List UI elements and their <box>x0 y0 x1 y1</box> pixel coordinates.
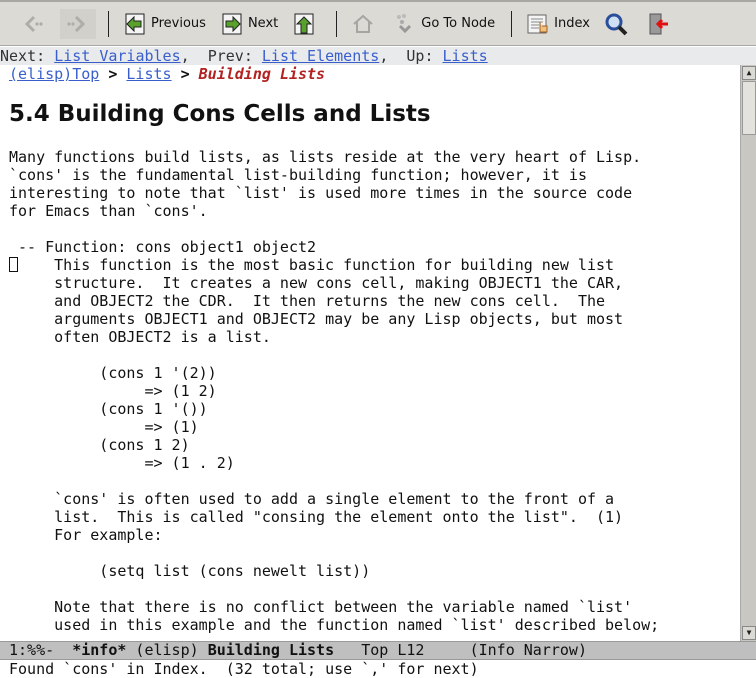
index-button[interactable]: Index <box>522 9 594 39</box>
breadcrumb: (elisp)Top > Lists > Building Lists <box>9 65 325 83</box>
text-line: often OBJECT2 is a list. <box>9 328 271 346</box>
goto-node-icon <box>397 13 412 33</box>
goto-node-label: Go To Node <box>421 16 496 31</box>
next-node-link[interactable]: List Variables <box>54 47 180 65</box>
scroll-down-button[interactable]: ▼ <box>742 626 756 640</box>
position: Top L12 <box>334 641 470 659</box>
home-button[interactable] <box>347 9 383 39</box>
previous-label: Previous <box>151 16 206 31</box>
up-label: Up: <box>406 47 434 65</box>
text-line: (cons 1 2) <box>9 436 190 454</box>
page-title: 5.4 Building Cons Cells and Lists <box>9 101 431 127</box>
scroll-thumb[interactable] <box>742 81 756 135</box>
text-line: `cons' is often used to add a single ele… <box>9 490 615 508</box>
separator <box>336 10 338 37</box>
breadcrumb-lists[interactable]: Lists <box>126 65 171 83</box>
node-name: Building Lists <box>207 641 335 659</box>
next-button[interactable]: Next <box>216 9 282 39</box>
text-line: `cons' is the fundamental list-building … <box>9 166 587 184</box>
text-line: (cons 1 '(2)) <box>9 364 217 382</box>
text-line: => (1 . 2) <box>9 454 235 472</box>
up-page-icon <box>294 13 314 34</box>
breadcrumb-top[interactable]: (elisp)Top <box>9 65 99 83</box>
next-label: Next: <box>0 47 46 65</box>
exit-icon <box>649 13 668 34</box>
prev-node-link[interactable]: List Elements <box>262 47 379 65</box>
text-line: Many functions build lists, as lists res… <box>9 148 642 166</box>
next-label: Next <box>247 16 279 31</box>
goto-node-button[interactable]: Go To Node <box>389 9 499 39</box>
text-line: structure. It creates a new cons cell, m… <box>9 274 624 292</box>
breadcrumb-sep: > <box>108 65 118 83</box>
text-cursor <box>9 257 18 272</box>
search-button[interactable] <box>600 9 636 39</box>
up-node-link[interactable]: Lists <box>443 47 488 65</box>
text-line: Note that there is no conflict between t… <box>9 598 633 616</box>
text-line: interesting to note that `list' is used … <box>9 184 633 202</box>
toolbar: Previous Next Go To Node Index <box>0 0 756 46</box>
mode-line: 1:%%- *info* (elisp) Building Lists Top … <box>0 641 756 660</box>
prev-label: Prev: <box>207 47 253 65</box>
buffer-name: *info* <box>72 641 127 659</box>
forward-button[interactable] <box>60 8 96 39</box>
index-icon <box>527 14 548 33</box>
up-button[interactable] <box>288 9 324 39</box>
text-line: For example: <box>9 526 163 544</box>
echo-area: Found `cons' in Index. (32 total; use `,… <box>9 660 479 678</box>
info-buffer: (elisp)Top > Lists > Building Lists 5.4 … <box>0 65 740 641</box>
major-mode: (Info Narrow) <box>469 641 587 659</box>
text-line: -- Function: cons object1 object2 <box>9 238 317 256</box>
text-line: (cons 1 '()) <box>9 400 208 418</box>
text-line: => (1 2) <box>9 382 217 400</box>
back-icon <box>24 15 43 32</box>
next-page-icon <box>222 13 242 34</box>
separator <box>108 10 109 37</box>
mode-status: 1:%%- <box>9 641 73 659</box>
scroll-up-button[interactable]: ▲ <box>742 66 756 80</box>
text-line: for Emacs than `cons'. <box>9 202 208 220</box>
previous-page-icon <box>125 13 145 34</box>
text-line: => (1) <box>9 418 199 436</box>
forward-icon <box>67 15 86 32</box>
scrollbar[interactable]: ▲ ▼ <box>740 65 756 641</box>
previous-button[interactable]: Previous <box>119 9 210 39</box>
breadcrumb-sep: > <box>180 65 190 83</box>
text-line: arguments OBJECT1 and OBJECT2 may be any… <box>9 310 624 328</box>
search-icon <box>605 13 628 35</box>
exit-button[interactable] <box>642 9 678 39</box>
text-line: and OBJECT2 the CDR. It then returns the… <box>9 292 606 310</box>
separator <box>511 10 513 37</box>
text-line: list. This is called "consing the elemen… <box>9 508 624 526</box>
breadcrumb-current: Building Lists <box>198 65 326 83</box>
node-header: Next: List Variables, Prev: List Element… <box>0 47 756 65</box>
manual-name: (elisp) <box>126 641 208 659</box>
home-icon <box>353 14 373 33</box>
text-line: used in this example and the function na… <box>9 616 660 634</box>
back-button[interactable] <box>18 9 54 39</box>
text-line: (setq list (cons newelt list)) <box>9 562 371 580</box>
text-line: This function is the most basic function… <box>9 256 614 274</box>
index-label: Index <box>554 16 590 31</box>
